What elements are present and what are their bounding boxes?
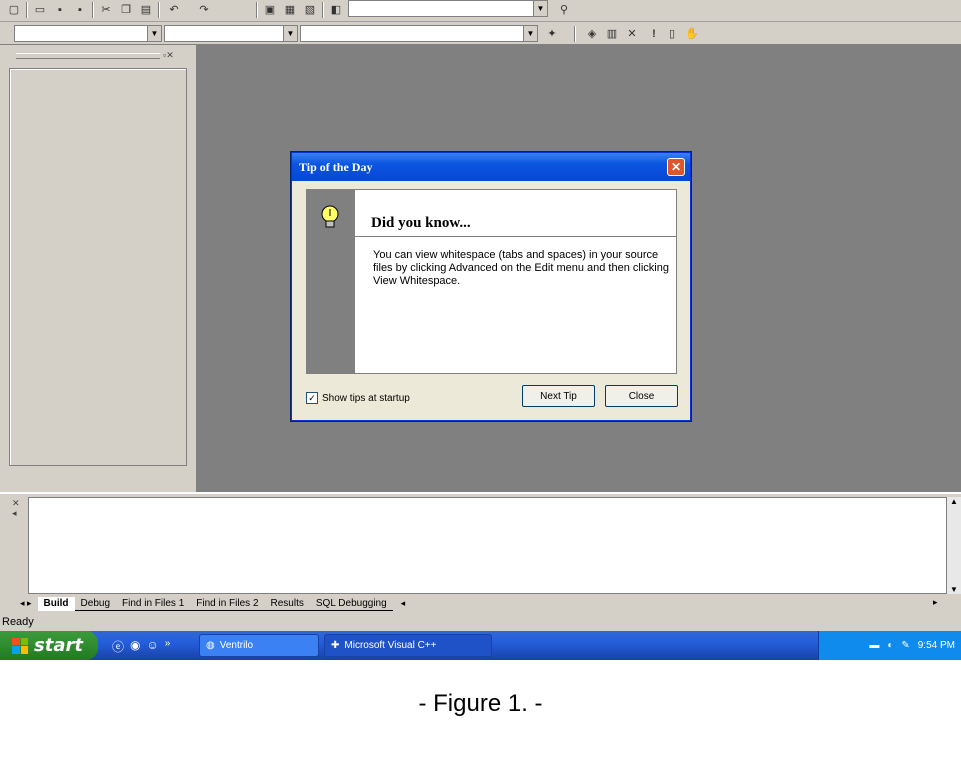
status-bar: Ready [0,614,961,631]
overflow-chevron-icon[interactable]: » [165,638,171,655]
stop-build-icon[interactable]: ✕ [624,26,640,41]
next-tip-button[interactable]: Next Tip [522,385,595,407]
wizard-bar: ▼ ▼ ▼ ✦ ◈ ▥ ✕ ! ▯ ✋ [0,22,961,45]
output-tabs: ◂ ▸ Build Debug Find in Files 1 Find in … [20,595,405,612]
task-label: Ventrilo [219,640,254,651]
network-icon[interactable]: ▬ [869,640,879,651]
aim-icon[interactable]: ☺ [147,638,159,655]
tip-text: You can view whitespace (tabs and spaces… [373,249,669,287]
pane-gripper[interactable] [16,53,160,59]
tab-results[interactable]: Results [264,596,310,611]
start-label: start [34,635,83,656]
ventrilo-icon: ◍ [206,640,215,651]
filter-combo[interactable]: ▼ [164,25,298,42]
paste-icon[interactable]: ▤ [138,2,154,17]
output-icon[interactable]: ▦ [282,2,298,17]
dialog-title: Tip of the Day [299,160,373,174]
close-button[interactable]: Close [605,385,678,407]
breakpoint-icon[interactable]: ▯ [664,26,680,41]
open-icon[interactable]: ▭ [32,2,48,17]
tab-find-in-files-2[interactable]: Find in Files 2 [190,596,265,611]
tab-debug[interactable]: Debug [74,596,117,611]
figure-caption: - Figure 1. - [418,690,543,717]
show-tips-label: Show tips at startup [322,392,410,404]
toolbar-separator [26,2,28,18]
ie-icon[interactable]: ⓔ [112,638,124,655]
chevron-down-icon[interactable]: ▼ [147,26,161,41]
start-button[interactable]: start [0,631,98,660]
toolbar-separator [158,2,160,18]
find-in-files-icon[interactable]: ◧ [328,2,344,17]
output-scrollbar[interactable]: ▲ ▼ [947,497,961,594]
build-icon[interactable]: ▥ [604,26,620,41]
find-combo[interactable]: ▼ [348,0,548,17]
toolbar-separator [256,2,258,18]
output-close-icon[interactable]: ✕ ◂ [12,498,20,518]
system-tray: ▬ ◐ ✎ 9:54 PM [818,631,961,660]
tab-find-in-files-1[interactable]: Find in Files 1 [116,596,191,611]
task-ventrilo[interactable]: ◍ Ventrilo [199,634,319,657]
save-all-icon[interactable]: ▪ [72,2,88,17]
chevron-down-icon[interactable]: ▼ [283,26,297,41]
go-icon[interactable]: ✋ [684,26,700,41]
cut-icon[interactable]: ✂ [98,2,114,17]
new-icon[interactable]: ▢ [6,2,22,17]
undo-icon[interactable]: ↶ [166,2,182,17]
members-combo[interactable]: ▼ [300,25,538,42]
chevron-down-icon[interactable]: ▼ [533,1,547,16]
save-icon[interactable]: ▪ [52,2,68,17]
tab-build[interactable]: Build [37,596,75,611]
tip-frame: Did you know... You can view whitespace … [306,189,677,374]
checkbox-check-icon[interactable]: ✓ [306,392,318,404]
toolbar-separator [322,2,324,18]
show-tips-checkbox[interactable]: ✓ Show tips at startup [306,392,410,404]
toolbar-separator [92,2,94,18]
tip-of-the-day-dialog: Tip of the Day ✕ Did you know... You can… [291,152,691,421]
tab-scroll-arrows-icon[interactable]: ◂ ▸ [20,598,38,609]
wizard-icon[interactable]: ✦ [544,26,560,41]
workspace-tree[interactable] [9,68,187,466]
taskbar: start ⓔ ◉ ☺ » ◍ Ventrilo ✚ Microsoft Vis… [0,631,961,660]
tip-sidebar [307,190,355,373]
pen-icon[interactable]: ✎ [901,640,909,651]
window-list-icon[interactable]: ▧ [302,2,318,17]
redo-icon[interactable]: ↷ [196,2,212,17]
copy-icon[interactable]: ❐ [118,2,134,17]
tab-sql-debugging[interactable]: SQL Debugging [309,596,393,611]
output-text-area[interactable] [28,497,947,594]
firefox-icon[interactable]: ◉ [130,638,140,655]
scroll-up-icon[interactable]: ▲ [947,497,961,506]
compile-icon[interactable]: ◈ [584,26,600,41]
task-visual-cpp[interactable]: ✚ Microsoft Visual C++ [324,634,492,657]
heading-divider [355,236,676,237]
quick-launch: ⓔ ◉ ☺ » [112,638,170,655]
hscroll-right-icon[interactable]: ▸ [933,597,938,608]
standard-toolbar: ▢ ▭ ▪ ▪ ✂ ❐ ▤ ↶ ↷ ▣ ▦ ▧ ◧ ▼ ⚲ [0,0,961,22]
tip-heading: Did you know... [371,215,471,231]
chevron-down-icon[interactable]: ▼ [523,26,537,41]
dialog-titlebar[interactable]: Tip of the Day ✕ [292,153,690,181]
workspace-icon[interactable]: ▣ [262,2,278,17]
hscroll-left-icon[interactable]: ◂ [393,598,406,609]
close-icon[interactable]: ✕ [667,158,685,176]
class-combo[interactable]: ▼ [14,25,162,42]
volume-icon[interactable]: ◐ [887,640,893,651]
find-icon[interactable]: ⚲ [556,2,572,17]
pane-close-icon[interactable]: ▫✕ [163,50,174,61]
execute-icon[interactable]: ! [646,26,662,41]
windows-logo-icon [12,637,28,654]
scroll-down-icon[interactable]: ▼ [947,585,961,594]
visual-cpp-icon: ✚ [331,640,340,651]
toolbar-separator [574,26,576,42]
task-label: Microsoft Visual C++ [344,640,437,651]
lightbulb-icon [321,205,339,228]
clock[interactable]: 9:54 PM [918,640,955,651]
